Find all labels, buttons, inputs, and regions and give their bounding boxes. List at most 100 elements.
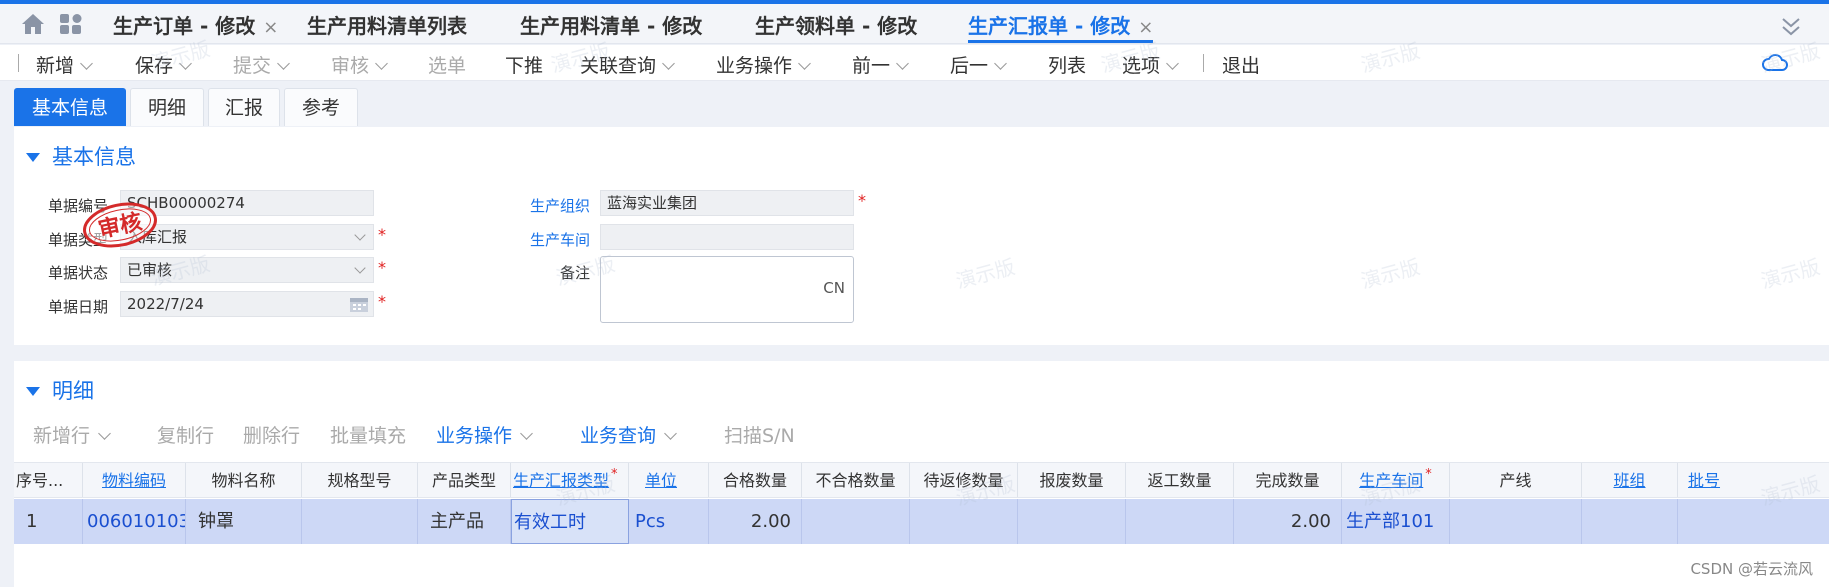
select-label: 选单 xyxy=(428,55,467,77)
tab-label: 生产汇报单 - 修改 xyxy=(968,14,1131,38)
previous-button[interactable]: 前一 xyxy=(852,51,909,78)
cell-unit[interactable]: Pcs xyxy=(629,499,709,544)
business-ops-button[interactable]: 业务操作 xyxy=(716,51,811,78)
cell-material-code[interactable]: 0060101034 xyxy=(83,499,186,544)
column-header[interactable]: 报废数量 xyxy=(1018,463,1126,497)
required-mark: * xyxy=(378,258,386,277)
column-header[interactable]: 合格数量 xyxy=(709,463,802,497)
chevron-down-icon xyxy=(80,57,93,70)
column-header-link[interactable]: 班组 xyxy=(1582,463,1678,497)
column-header[interactable]: 产品类型 xyxy=(418,463,511,497)
audit-label: 审核 xyxy=(331,55,370,77)
required-mark: * xyxy=(858,191,866,210)
caret-down-icon xyxy=(26,153,40,162)
add-row-label: 新增行 xyxy=(33,425,91,447)
submit-button[interactable]: 提交 xyxy=(233,51,290,78)
batch-fill-button[interactable]: 批量填充 xyxy=(330,421,406,448)
close-icon[interactable]: × xyxy=(263,17,278,38)
tab-report[interactable]: 汇报 xyxy=(208,88,280,126)
select-bill-button[interactable]: 选单 xyxy=(428,51,466,78)
cell-workshop[interactable]: 生产部101 xyxy=(1342,499,1450,544)
table-row[interactable]: 1 0060101034 钟罩 主产品 有效工时 Pcs 2.00 2.00 生… xyxy=(14,499,1829,544)
section-title: 基本信息 xyxy=(52,145,136,169)
tab-production-report-edit[interactable]: 生产汇报单 - 修改 × xyxy=(968,10,1154,43)
next-button[interactable]: 后一 xyxy=(950,51,1007,78)
detail-section-header[interactable]: 明细 xyxy=(26,375,94,405)
workshop-field[interactable] xyxy=(600,224,854,250)
tab-label: 生产领料单 - 修改 xyxy=(755,14,918,38)
add-row-button[interactable]: 新增行 xyxy=(33,421,111,448)
tab-bom-list[interactable]: 生产用料清单列表 xyxy=(307,10,467,40)
cell-product-type[interactable]: 主产品 xyxy=(418,499,511,544)
date-field[interactable]: 2022/7/24 xyxy=(120,291,374,317)
toolbar-divider xyxy=(18,54,19,72)
cell-unqualified-qty[interactable] xyxy=(802,499,910,544)
status-label: 单据状态 xyxy=(48,264,109,282)
column-header[interactable]: 完成数量 xyxy=(1234,463,1342,497)
tab-label: 生产用料清单列表 xyxy=(307,14,467,38)
cell-material-name[interactable]: 钟罩 xyxy=(186,499,302,544)
tab-pick-order-edit[interactable]: 生产领料单 - 修改 xyxy=(755,10,917,40)
tab-label: 生产用料清单 - 修改 xyxy=(520,14,703,38)
tab-bom-edit[interactable]: 生产用料清单 - 修改 xyxy=(520,10,702,40)
detail-business-ops-button[interactable]: 业务操作 xyxy=(436,421,533,448)
cell-scrap-qty[interactable] xyxy=(1018,499,1126,544)
column-header[interactable]: 序号... xyxy=(14,463,83,497)
list-label: 列表 xyxy=(1048,55,1087,77)
collapse-chevrons-icon[interactable] xyxy=(1779,14,1803,38)
document-tab-bar: 生产订单 - 修改 × 生产用料清单列表 生产用料清单 - 修改 生产领料单 - … xyxy=(0,4,1829,44)
chevron-down-icon xyxy=(664,427,677,440)
org-label[interactable]: 生产组织 xyxy=(530,195,590,216)
tab-basic-info[interactable]: 基本信息 xyxy=(14,88,126,126)
cell-seq[interactable]: 1 xyxy=(14,499,83,544)
chevron-down-icon xyxy=(896,57,909,70)
cell-team[interactable] xyxy=(1582,499,1678,544)
basic-info-section-header[interactable]: 基本信息 xyxy=(26,141,136,171)
column-header[interactable]: 规格型号 xyxy=(302,463,418,497)
memo-textarea[interactable]: CN xyxy=(600,256,854,323)
chevron-down-icon xyxy=(994,57,1007,70)
required-mark: * xyxy=(1425,467,1432,482)
date-label: 单据日期 xyxy=(48,298,109,316)
column-header[interactable]: 返工数量 xyxy=(1126,463,1234,497)
chevron-down-icon xyxy=(520,427,533,440)
chevron-down-icon xyxy=(277,57,290,70)
audit-button[interactable]: 审核 xyxy=(331,51,388,78)
cell-spec[interactable] xyxy=(302,499,418,544)
calendar-icon[interactable] xyxy=(349,295,369,313)
memo-language-indicator[interactable]: CN xyxy=(823,279,845,297)
column-header[interactable]: 产线 xyxy=(1450,463,1582,497)
org-field[interactable]: 蓝海实业集团 xyxy=(600,190,854,216)
apps-icon[interactable] xyxy=(58,12,84,36)
tab-reference[interactable]: 参考 xyxy=(284,88,358,126)
scan-sn-button[interactable]: 扫描S/N xyxy=(724,421,795,448)
copy-row-button[interactable]: 复制行 xyxy=(157,421,214,448)
column-header-link[interactable]: 单位 xyxy=(629,463,709,497)
chevron-down-icon xyxy=(798,57,811,70)
cell-finished-qty[interactable]: 2.00 xyxy=(1234,499,1342,544)
column-header-link[interactable]: 物料编码 xyxy=(83,463,186,497)
cell-line[interactable] xyxy=(1450,499,1582,544)
new-button[interactable]: 新增 xyxy=(36,51,93,78)
exit-button[interactable]: 退出 xyxy=(1222,51,1260,78)
delete-row-button[interactable]: 删除行 xyxy=(243,421,300,448)
chevron-down-icon xyxy=(662,57,675,70)
push-down-button[interactable]: 下推 xyxy=(505,51,543,78)
tab-detail[interactable]: 明细 xyxy=(130,88,204,126)
column-header[interactable]: 物料名称 xyxy=(186,463,302,497)
cell-rework-qty[interactable] xyxy=(1126,499,1234,544)
workshop-label[interactable]: 生产车间 xyxy=(530,229,590,250)
chevron-down-icon xyxy=(375,57,388,70)
home-icon[interactable] xyxy=(20,12,46,36)
toolbar-divider xyxy=(1203,54,1204,72)
cell-qualified-qty[interactable]: 2.00 xyxy=(709,499,802,544)
previous-label: 前一 xyxy=(852,55,891,77)
detail-business-query-button[interactable]: 业务查询 xyxy=(580,421,677,448)
chevron-down-icon xyxy=(98,427,111,440)
cell-lot[interactable] xyxy=(1678,499,1829,544)
list-button[interactable]: 列表 xyxy=(1048,51,1086,78)
submit-label: 提交 xyxy=(233,55,272,77)
chevron-down-icon xyxy=(1166,57,1179,70)
detail-grid-header: 序号... 物料编码 物料名称 规格型号 产品类型 生产汇报类型 * 单位 合格数… xyxy=(14,462,1829,498)
column-header[interactable]: 不合格数量 xyxy=(802,463,910,497)
